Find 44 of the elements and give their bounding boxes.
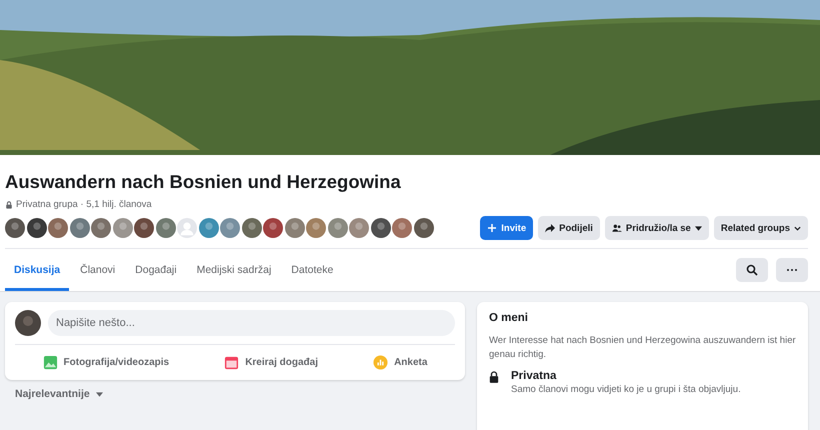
tab[interactable]: Članovi xyxy=(71,252,124,291)
composer-option[interactable]: Anketa xyxy=(363,349,438,376)
action-button[interactable]: Invite xyxy=(480,216,534,240)
lock-icon xyxy=(489,371,499,383)
search-icon xyxy=(746,264,758,276)
caret-icon xyxy=(96,392,103,396)
member-avatar[interactable] xyxy=(5,218,25,238)
poll-icon xyxy=(373,355,388,370)
group-title: Auswandern nach Bosnien und Herzegowina xyxy=(5,170,402,193)
tab[interactable]: Diskusija xyxy=(5,252,70,291)
member-avatar[interactable] xyxy=(26,218,46,238)
photo-icon xyxy=(42,355,58,370)
member-avatar[interactable] xyxy=(263,218,283,238)
lock-icon xyxy=(5,200,13,208)
caret-icon xyxy=(694,226,702,230)
action-button[interactable]: Podijeli xyxy=(538,216,600,240)
action-button[interactable]: Pridružio/la se xyxy=(604,216,709,240)
member-avatar[interactable] xyxy=(414,218,434,238)
member-avatar[interactable] xyxy=(48,218,68,238)
member-avatar[interactable] xyxy=(242,218,262,238)
people-icon xyxy=(612,223,622,233)
plus-icon xyxy=(487,223,498,233)
chevron-down-icon xyxy=(794,226,801,230)
sort-dropdown[interactable]: Najrelevantnije xyxy=(5,388,113,400)
about-title: O meni xyxy=(489,312,529,324)
action-button[interactable]: Related groups xyxy=(714,216,808,240)
privacy-description: Samo članovi mogu vidjeti ko je u grupi i šta objavljuju. xyxy=(511,384,741,395)
composer-option[interactable]: Kreiraj događaj xyxy=(214,349,328,376)
tab[interactable]: Događaji xyxy=(126,252,186,291)
member-avatar[interactable] xyxy=(91,218,111,238)
tab[interactable]: Datoteke xyxy=(282,252,342,291)
privacy-title: Privatna xyxy=(511,370,558,382)
share-icon xyxy=(545,223,556,233)
post-input-field[interactable]: Napišite nešto... xyxy=(48,310,455,336)
search-button[interactable] xyxy=(736,258,768,282)
tab[interactable]: Medijski sadržaj xyxy=(188,252,280,291)
member-avatar[interactable] xyxy=(370,218,390,238)
more-icon xyxy=(786,268,798,272)
group-privacy-info: Privatna grupa · 5,1 hilj. članova xyxy=(16,199,152,210)
user-avatar xyxy=(15,310,41,336)
about-description: Wer Interesse hat nach Bosnien und Herzegowina auszuwandern ist hier genau richtig. xyxy=(489,334,796,362)
calendar-icon xyxy=(224,355,240,370)
composer-option[interactable]: Fotografija/videozapis xyxy=(32,349,180,376)
member-avatar[interactable] xyxy=(134,218,154,238)
